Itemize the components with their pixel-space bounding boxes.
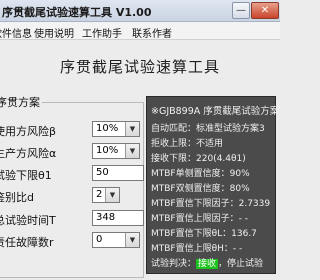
total-time-input[interactable]: 348 [92, 210, 144, 226]
chevron-down-icon: ▼ [125, 122, 139, 136]
title-bar: 序贯截尾试验速算工具 V1.00 — ✕ [0, 0, 280, 22]
close-button[interactable]: ✕ [251, 2, 279, 19]
discrimination-ratio-value: 2 [96, 189, 103, 200]
verdict-status-badge: 接收 [196, 259, 219, 269]
chevron-down-icon: ▼ [105, 188, 119, 202]
lower-limit-input[interactable]: 50 [92, 165, 144, 181]
verdict-prefix: 试验判决： [151, 259, 197, 269]
menu-item-software-info[interactable]: 软件信息 [0, 25, 32, 40]
consumer-risk-value: 10% [96, 123, 119, 134]
chevron-down-icon: ▼ [125, 144, 139, 158]
verdict-suffix: ，停止试验 [218, 259, 264, 269]
groupbox-title: 序贯方案 [0, 94, 42, 110]
menu-item-instructions[interactable]: 使用说明 [34, 25, 74, 40]
minimize-icon: — [236, 5, 246, 16]
producer-risk-value: 10% [96, 145, 119, 156]
result-line: MTBF置信下限θL：136.7 [151, 229, 257, 239]
menu-bar: 软件信息 使用说明 工作助手 联系作者 [0, 22, 280, 40]
results-panel: ※GJB899A 序贯截尾试验方案 自动匹配：标准型试验方案3 拒收上限：不适用… [146, 96, 280, 274]
result-line: 接收下限：220(4.4θ1) [151, 154, 246, 164]
result-line: MTBF置信上限θH：- - [151, 244, 243, 254]
failure-count-value: 0 [96, 234, 103, 245]
chevron-down-icon: ▼ [125, 233, 139, 247]
failure-count-label: 责任故障数r [0, 236, 54, 249]
result-line: MTBF双侧置信度：80% [151, 184, 250, 194]
result-line: 拒收上限：不适用 [151, 139, 224, 149]
producer-risk-label: 生产方风险α [0, 147, 57, 160]
result-line: MTBF单侧置信度：90% [151, 169, 250, 179]
lower-limit-label: 试验下限θ1 [0, 169, 52, 182]
close-icon: ✕ [260, 5, 270, 16]
discrimination-ratio-select[interactable]: 2 ▼ [92, 187, 120, 203]
consumer-risk-label: 使用方风险β [0, 125, 57, 138]
producer-risk-select[interactable]: 10% ▼ [92, 143, 140, 159]
window-title: 序贯截尾试验速算工具 V1.00 [2, 6, 152, 19]
results-header: ※GJB899A 序贯截尾试验方案 [151, 106, 280, 117]
result-line: MTBF置信上限因子：- - [151, 214, 248, 224]
discrimination-ratio-label: 鉴别比d [0, 191, 34, 204]
menu-item-contact-author[interactable]: 联系作者 [132, 25, 172, 40]
verdict-line: 试验判决： 接收 ，停止试验 [151, 256, 263, 269]
total-time-label: 总试验时间T [0, 214, 56, 227]
menu-item-work-assistant[interactable]: 工作助手 [82, 25, 122, 40]
minimize-button[interactable]: — [232, 2, 250, 19]
failure-count-select[interactable]: 0 ▼ [92, 232, 140, 248]
result-line: MTBF置信下限因子：2.7339 [151, 199, 271, 209]
consumer-risk-select[interactable]: 10% ▼ [92, 121, 140, 137]
result-line: 自动匹配：标准型试验方案3 [151, 124, 265, 134]
app-heading: 序贯截尾试验速算工具 [59, 58, 220, 76]
